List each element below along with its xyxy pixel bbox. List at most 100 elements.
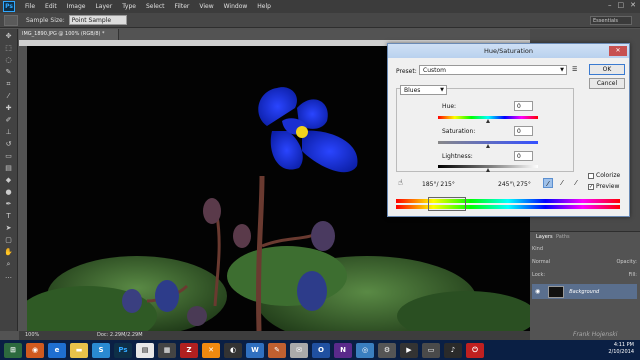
eye-icon[interactable]: ◉ bbox=[535, 288, 540, 295]
adjustment-group bbox=[396, 88, 574, 172]
watermark: Frank Hojenski bbox=[573, 331, 618, 338]
lock-row: Lock: Fill: bbox=[532, 270, 637, 280]
quick-select-tool-icon[interactable]: ✎ bbox=[3, 68, 15, 77]
workspace-switcher[interactable]: Essentials bbox=[590, 16, 632, 25]
minimize-button[interactable]: – bbox=[608, 1, 612, 9]
saturation-slider-thumb[interactable] bbox=[486, 144, 490, 148]
saturation-input[interactable]: 0 bbox=[514, 126, 533, 136]
layer-filter-kind[interactable]: Kind bbox=[532, 244, 637, 254]
colorize-label: Colorize bbox=[596, 172, 621, 179]
menu-window[interactable]: Window bbox=[224, 3, 248, 10]
type-tool-icon[interactable]: T bbox=[3, 212, 15, 221]
hue-input[interactable]: 0 bbox=[514, 101, 533, 111]
filezilla-icon[interactable]: Z bbox=[180, 342, 198, 358]
gradient-tool-icon[interactable]: ▤ bbox=[3, 164, 15, 173]
range-start-values: 185°/ 215° bbox=[422, 181, 455, 188]
zoom-tool-icon[interactable]: ⌕ bbox=[3, 260, 15, 269]
explorer-icon[interactable]: ▬ bbox=[70, 342, 88, 358]
marquee-tool-icon[interactable]: ⬚ bbox=[3, 44, 15, 53]
lasso-tool-icon[interactable]: ◌ bbox=[3, 56, 15, 65]
healing-brush-tool-icon[interactable]: ✚ bbox=[3, 104, 15, 113]
layer-name[interactable]: Background bbox=[569, 289, 599, 295]
preview-check-box[interactable]: ✓ bbox=[588, 183, 594, 190]
eyedropper-plus-icon[interactable]: ⁄ bbox=[557, 178, 567, 188]
cancel-button[interactable]: Cancel bbox=[589, 78, 625, 89]
document-tab[interactable]: IMG_1890.JPG @ 100% (RGB/8) * bbox=[19, 29, 119, 40]
video-icon[interactable]: ▶ bbox=[400, 342, 418, 358]
opacity-label: Opacity: bbox=[616, 259, 637, 265]
eyedropper-tool-preset-icon[interactable] bbox=[4, 14, 18, 26]
pen-tool-icon[interactable]: ✒ bbox=[3, 200, 15, 209]
app-icon[interactable]: ◐ bbox=[224, 342, 242, 358]
crop-tool-icon[interactable]: ⌗ bbox=[3, 80, 15, 89]
history-brush-tool-icon[interactable]: ↺ bbox=[3, 140, 15, 149]
move-tool-icon[interactable]: ✥ bbox=[3, 32, 15, 41]
shape-tool-icon[interactable]: ▢ bbox=[3, 236, 15, 245]
preset-options-icon[interactable]: ☰ bbox=[572, 66, 577, 73]
range-end-values: 245°\ 275° bbox=[498, 181, 531, 188]
brush-tool-icon[interactable]: ✐ bbox=[3, 116, 15, 125]
menu-select[interactable]: Select bbox=[146, 3, 165, 10]
browser-icon[interactable]: ◎ bbox=[356, 342, 374, 358]
power-icon[interactable]: ⏻ bbox=[466, 342, 484, 358]
photoshop-taskbar-icon[interactable]: Ps bbox=[114, 342, 132, 358]
folder-icon[interactable]: ▭ bbox=[422, 342, 440, 358]
zoom-level[interactable]: 100% bbox=[25, 331, 39, 340]
notepad-icon[interactable]: ▤ bbox=[136, 342, 154, 358]
paint-icon[interactable]: ✎ bbox=[268, 342, 286, 358]
eyedropper-tool-icon[interactable]: ⁄ bbox=[3, 92, 15, 101]
channel-select[interactable]: Blues ▼ bbox=[400, 85, 447, 95]
xampp-icon[interactable]: ✕ bbox=[202, 342, 220, 358]
blur-tool-icon[interactable]: ◆ bbox=[3, 176, 15, 185]
outlook-icon[interactable]: O bbox=[312, 342, 330, 358]
preset-value: Custom bbox=[423, 67, 446, 74]
tab-paths[interactable]: Paths bbox=[552, 233, 574, 242]
menu-filter[interactable]: Filter bbox=[175, 3, 190, 10]
sample-size-select[interactable]: Point Sample bbox=[68, 15, 127, 25]
system-clock[interactable]: 4:11 PM 2/10/2014 bbox=[608, 342, 634, 356]
clone-stamp-tool-icon[interactable]: ⊥ bbox=[3, 128, 15, 137]
audio-icon[interactable]: ♪ bbox=[444, 342, 462, 358]
colorize-check-box[interactable] bbox=[588, 172, 594, 179]
lightness-slider-thumb[interactable] bbox=[486, 168, 490, 172]
firefox-icon[interactable]: ◉ bbox=[26, 342, 44, 358]
menu-image[interactable]: Image bbox=[67, 3, 86, 10]
word-icon[interactable]: W bbox=[246, 342, 264, 358]
chevron-down-icon: ▼ bbox=[440, 87, 444, 93]
menu-help[interactable]: Help bbox=[257, 3, 271, 10]
mail-icon[interactable]: ✉ bbox=[290, 342, 308, 358]
settings-icon[interactable]: ⚙ bbox=[378, 342, 396, 358]
calculator-icon[interactable]: ▦ bbox=[158, 342, 176, 358]
menu-view[interactable]: View bbox=[199, 3, 213, 10]
menu-layer[interactable]: Layer bbox=[95, 3, 112, 10]
edit-toolbar-icon[interactable]: … bbox=[3, 272, 15, 281]
hand-tool-icon[interactable]: ✋ bbox=[3, 248, 15, 257]
dodge-tool-icon[interactable]: ● bbox=[3, 188, 15, 197]
eraser-tool-icon[interactable]: ▭ bbox=[3, 152, 15, 161]
path-select-tool-icon[interactable]: ➤ bbox=[3, 224, 15, 233]
hue-slider-thumb[interactable] bbox=[486, 119, 490, 123]
eyedropper-minus-icon[interactable]: ⁄ bbox=[571, 178, 581, 188]
menu-file[interactable]: File bbox=[25, 3, 35, 10]
preview-checkbox[interactable]: ✓ Preview bbox=[588, 183, 619, 190]
ie-icon[interactable]: e bbox=[48, 342, 66, 358]
color-range-selector[interactable] bbox=[428, 197, 466, 211]
dialog-title-bar: Hue/Saturation ✕ bbox=[388, 44, 629, 58]
targeted-adjustment-hand-icon[interactable]: ☝ bbox=[398, 178, 403, 187]
preset-select[interactable]: Custom ▼ bbox=[419, 65, 567, 75]
ok-button[interactable]: OK bbox=[589, 64, 625, 75]
lightness-input[interactable]: 0 bbox=[514, 151, 533, 161]
menu-edit[interactable]: Edit bbox=[45, 3, 57, 10]
hue-saturation-dialog: Hue/Saturation ✕ Preset: Custom ▼ ☰ OK C… bbox=[387, 43, 630, 217]
eyedropper-icon[interactable]: ⁄ bbox=[543, 178, 553, 188]
maximize-button[interactable]: □ bbox=[618, 1, 625, 9]
windows-start-icon[interactable]: ⊞ bbox=[4, 342, 22, 358]
colorize-checkbox[interactable]: Colorize bbox=[588, 172, 620, 179]
menu-type[interactable]: Type bbox=[122, 3, 136, 10]
skype-icon[interactable]: S bbox=[92, 342, 110, 358]
blend-mode-select[interactable]: Normal bbox=[532, 257, 550, 267]
layer-row-background[interactable]: ◉ Background bbox=[532, 284, 637, 299]
onenote-icon[interactable]: N bbox=[334, 342, 352, 358]
dialog-close-button[interactable]: ✕ bbox=[609, 46, 627, 56]
close-button[interactable]: ✕ bbox=[630, 1, 636, 9]
